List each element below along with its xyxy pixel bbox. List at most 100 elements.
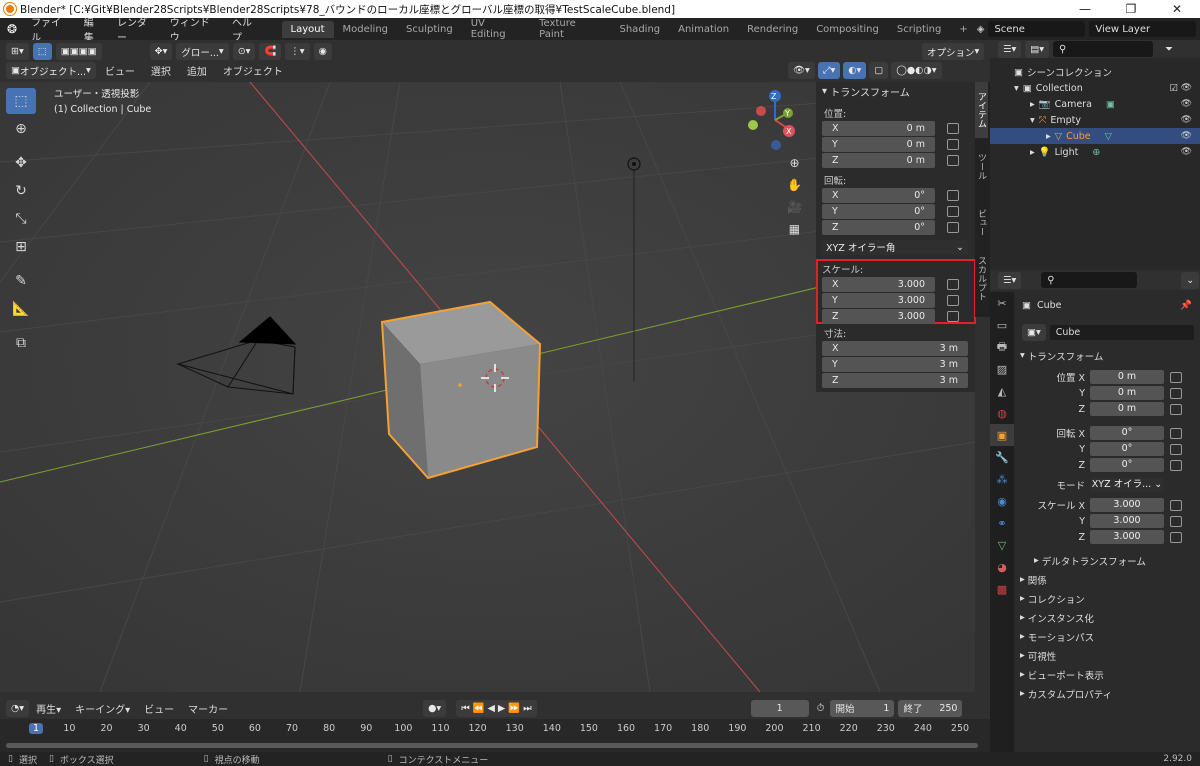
prop-location-z-field[interactable]: 0 m: [1090, 402, 1164, 416]
timeline-menu-playback[interactable]: 再生▾: [29, 701, 68, 716]
dimensions-z-field[interactable]: Z 3 m: [822, 372, 968, 388]
object-datablock-field[interactable]: Cube: [1049, 325, 1194, 340]
world-tab-icon[interactable]: ◍: [990, 402, 1014, 424]
select-box-icon[interactable]: ⬚: [6, 88, 36, 114]
add-cube-tool-icon[interactable]: ⧉: [6, 330, 36, 356]
viewport-menu-add[interactable]: 追加: [180, 63, 214, 78]
rotation-x-field[interactable]: X 0°: [822, 187, 935, 203]
outliner-item-empty[interactable]: ▾ ⤧ Empty 👁: [990, 112, 1200, 128]
scale-x-field[interactable]: X 3.000: [822, 276, 935, 292]
output-tab-icon[interactable]: 🖶: [990, 336, 1014, 358]
tab-texture-paint[interactable]: Texture Paint: [530, 15, 610, 43]
timeline-editor-type-icon[interactable]: ◔▾: [6, 699, 30, 717]
scale-z-field[interactable]: Z 3.000: [822, 308, 935, 324]
outliner-item-camera[interactable]: ▸ 📷 Camera ▣ 👁: [990, 96, 1200, 112]
pan-hand-icon[interactable]: ✋: [787, 178, 802, 192]
tab-view[interactable]: ビュー: [975, 194, 988, 250]
select-tool-icon[interactable]: ⬚: [32, 43, 52, 60]
physics-tab-icon[interactable]: ◉: [990, 490, 1014, 512]
outliner-item-collection[interactable]: ▾ ▣ Collection ☑ 👁: [990, 80, 1200, 96]
rotation-y-field[interactable]: Y 0°: [822, 203, 935, 219]
filter-icon[interactable]: ⏷: [1165, 44, 1173, 55]
lock-icon[interactable]: [1170, 371, 1182, 383]
end-frame-field[interactable]: 終了 250: [898, 699, 963, 717]
xray-icon[interactable]: ▢: [869, 62, 889, 79]
minimize-button[interactable]: —: [1062, 2, 1108, 16]
prop-scale-z-field[interactable]: 3.000: [1090, 530, 1164, 544]
prop-rotation-mode-dropdown[interactable]: XYZ オイラ... ⌄: [1090, 478, 1164, 492]
lock-icon[interactable]: [1170, 459, 1182, 471]
particles-tab-icon[interactable]: ⁂: [990, 468, 1014, 490]
relations-section[interactable]: ▸ 関係: [990, 570, 1200, 589]
transform-pivot-icon[interactable]: ✥▾: [149, 43, 173, 60]
prop-rotation-x-field[interactable]: 0°: [1090, 426, 1164, 440]
outliner-item-scene-collection[interactable]: ▣ シーンコレクション: [990, 64, 1200, 80]
tab-sculpt[interactable]: スカルプト: [975, 250, 988, 306]
tab-layout[interactable]: Layout: [281, 20, 334, 38]
clock-icon[interactable]: ⏱: [817, 703, 825, 714]
lock-icon[interactable]: [1170, 499, 1182, 511]
instancing-section[interactable]: ▸ インスタンス化: [990, 608, 1200, 627]
editor-type-icon[interactable]: ⊞▾: [6, 43, 29, 60]
prop-rotation-y-field[interactable]: 0°: [1090, 442, 1164, 456]
lock-icon[interactable]: [947, 294, 959, 306]
options-dropdown[interactable]: オプション ▾: [922, 43, 985, 60]
visibility-section[interactable]: ▸ 可視性: [990, 646, 1200, 665]
scale-y-field[interactable]: Y 3.000: [822, 292, 935, 308]
tab-modeling[interactable]: Modeling: [334, 21, 398, 38]
prop-location-x-field[interactable]: 0 m: [1090, 370, 1164, 384]
tab-tool[interactable]: ツール: [975, 138, 988, 194]
tab-animation[interactable]: Animation: [669, 21, 738, 38]
prop-location-y-field[interactable]: 0 m: [1090, 386, 1164, 400]
lock-icon[interactable]: [1170, 427, 1182, 439]
outliner-item-light[interactable]: ▸ 💡 Light ⊕ 👁: [990, 144, 1200, 160]
measure-tool-icon[interactable]: 📐: [6, 296, 36, 322]
location-z-field[interactable]: Z 0 m: [822, 152, 935, 168]
tool-settings-tab-icon[interactable]: ✂: [990, 292, 1014, 314]
playback-controls[interactable]: ⏮ ⏪ ◀ ▶ ⏩ ⏭: [456, 699, 537, 717]
view-layer-selector[interactable]: View Layer: [1089, 21, 1197, 37]
lock-icon[interactable]: [947, 221, 959, 233]
location-y-field[interactable]: Y 0 m: [822, 136, 935, 152]
display-mode-icon[interactable]: ▤▾: [1025, 40, 1050, 58]
lock-icon[interactable]: [947, 122, 959, 134]
maximize-button[interactable]: ❐: [1108, 2, 1154, 16]
outliner-editor-type-icon[interactable]: ☰▾: [998, 40, 1022, 58]
timeline-menu-keying[interactable]: キーイング▾: [68, 701, 137, 716]
outliner-search-input[interactable]: ⚲: [1053, 41, 1154, 57]
record-button[interactable]: ●▾: [423, 699, 447, 717]
tab-scripting[interactable]: Scripting: [888, 21, 950, 38]
tab-sculpting[interactable]: Sculpting: [397, 21, 462, 38]
pin-icon[interactable]: 📌: [1180, 300, 1192, 311]
cursor-tool-icon[interactable]: ⊕: [6, 116, 36, 142]
snap-icon[interactable]: 🧲: [259, 43, 282, 60]
checkbox-icon[interactable]: ☑: [1169, 83, 1178, 94]
location-x-field[interactable]: X 0 m: [822, 120, 935, 136]
scene-selector[interactable]: Scene: [988, 21, 1086, 37]
transform-orientation-dropdown[interactable]: グロー... ▾: [176, 43, 229, 60]
dimensions-y-field[interactable]: Y 3 m: [822, 356, 968, 372]
transform-panel-header[interactable]: ▾ トランスフォーム: [816, 82, 975, 100]
lock-icon[interactable]: [947, 138, 959, 150]
current-frame-field[interactable]: 1: [750, 699, 809, 717]
rotation-z-field[interactable]: Z 0°: [822, 219, 935, 235]
rotation-mode-dropdown[interactable]: XYZ オイラー角 ⌄: [822, 239, 968, 255]
custom-properties-section[interactable]: ▸ カスタムプロパティ: [990, 684, 1200, 703]
lock-icon[interactable]: [1170, 515, 1182, 527]
scale-tool-icon[interactable]: ⤡: [6, 206, 36, 232]
select-mode-icons[interactable]: ▣▣▣▣: [55, 43, 102, 60]
delta-transform-section[interactable]: ▸ デルタトランスフォーム: [990, 551, 1200, 570]
gizmo-toggle-icon[interactable]: ⤢▾: [817, 62, 841, 79]
blender-menu-icon[interactable]: ❂: [0, 22, 24, 36]
add-workspace-button[interactable]: +: [950, 21, 976, 38]
dimensions-x-field[interactable]: X 3 m: [822, 340, 968, 356]
rotate-tool-icon[interactable]: ↻: [6, 178, 36, 204]
lock-icon[interactable]: [1170, 531, 1182, 543]
material-tab-icon[interactable]: ◕: [990, 556, 1014, 578]
prop-rotation-z-field[interactable]: 0°: [1090, 458, 1164, 472]
overlay-toggle-icon[interactable]: ◐▾: [843, 62, 867, 79]
render-tab-icon[interactable]: ▭: [990, 314, 1014, 336]
annotate-tool-icon[interactable]: ✎: [6, 268, 36, 294]
outliner-item-cube[interactable]: ▸ ▽ Cube ▽ 👁: [990, 128, 1200, 144]
properties-editor-type-icon[interactable]: ☰▾: [998, 271, 1022, 289]
